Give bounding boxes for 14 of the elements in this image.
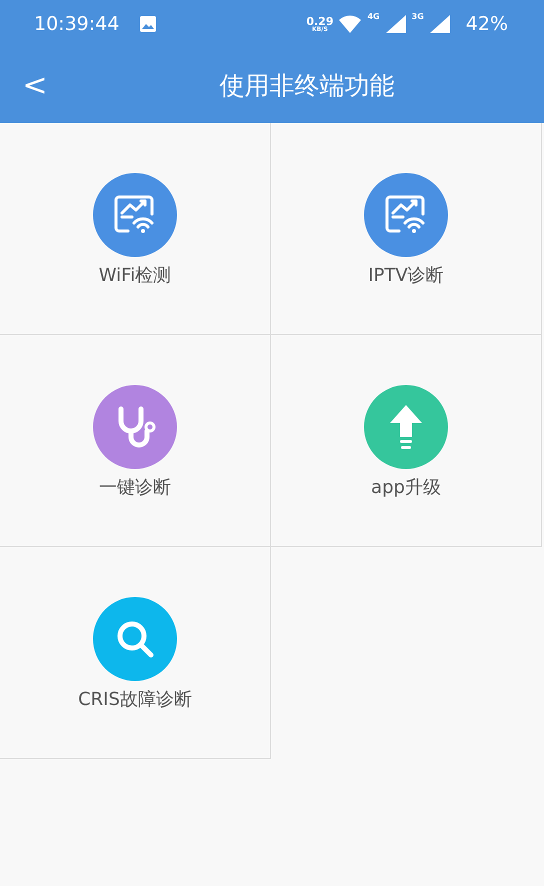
- feature-tile[interactable]: app升级: [271, 335, 542, 547]
- wifi-icon: [339, 15, 362, 33]
- page-title: 使用非终端功能: [218, 70, 396, 102]
- signal-icon: [386, 15, 406, 33]
- image-icon: [139, 15, 158, 33]
- feature-tile[interactable]: 一键诊断: [0, 335, 271, 547]
- signal-icon: [430, 15, 450, 33]
- feature-tile[interactable]: WiFi检测: [0, 123, 271, 335]
- network-type: 3G: [412, 12, 424, 21]
- feature-tile[interactable]: CRIS故障诊断: [0, 547, 271, 759]
- feature-tile[interactable]: IPTV诊断: [271, 123, 542, 335]
- network-type: 4G: [367, 12, 380, 21]
- battery-level: 42%: [466, 13, 508, 35]
- status-time: 10:39:44: [34, 13, 120, 35]
